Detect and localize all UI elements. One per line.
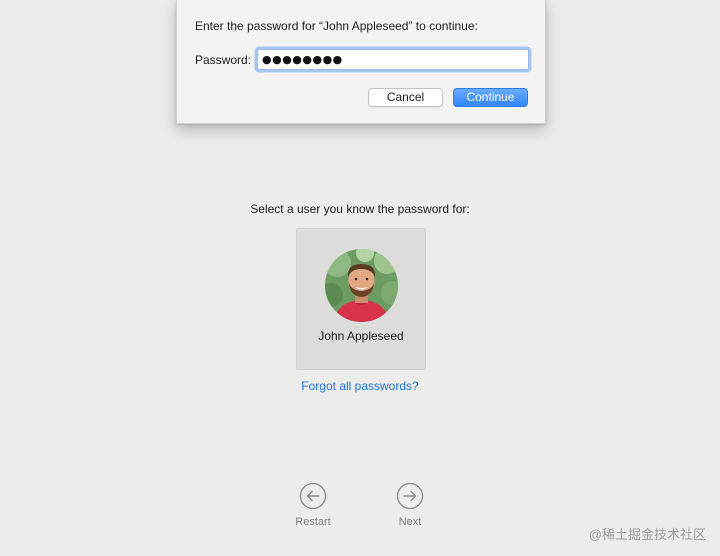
- next-button[interactable]: Next: [380, 482, 440, 532]
- continue-button[interactable]: Continue: [453, 88, 528, 107]
- select-user-prompt: Select a user you know the password for:: [250, 202, 470, 216]
- password-dialog: Enter the password for “John Appleseed” …: [176, 0, 546, 124]
- user-tile[interactable]: John Appleseed: [296, 228, 426, 370]
- restart-button[interactable]: Restart: [283, 482, 343, 532]
- arrow-left-circle-icon: [299, 482, 327, 510]
- password-input[interactable]: [257, 49, 529, 70]
- arrow-right-circle-icon: [396, 482, 424, 510]
- forgot-all-passwords-link[interactable]: Forgot all passwords?: [0, 379, 720, 393]
- user-name: John Appleseed: [318, 329, 404, 343]
- user-avatar: [325, 249, 398, 322]
- restart-label: Restart: [295, 516, 331, 528]
- user-photo: [325, 249, 398, 322]
- password-label: Password:: [195, 53, 252, 67]
- next-label: Next: [398, 516, 422, 528]
- dialog-prompt: Enter the password for “John Appleseed” …: [195, 19, 478, 33]
- cancel-button[interactable]: Cancel: [368, 88, 443, 107]
- watermark: @稀土掘金技术社区: [588, 527, 706, 542]
